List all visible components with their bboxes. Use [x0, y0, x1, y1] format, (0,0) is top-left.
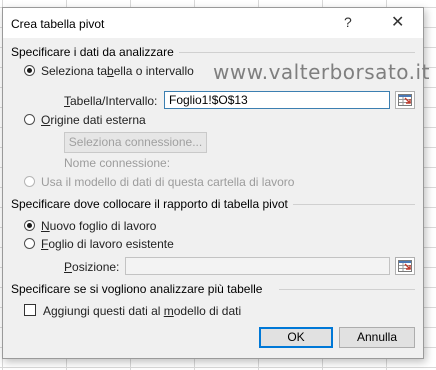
ok-button[interactable]: OK	[259, 327, 333, 348]
select-table-radio[interactable]	[24, 65, 35, 76]
range-collapse-icon[interactable]	[395, 91, 415, 109]
external-source-radio[interactable]	[24, 114, 35, 125]
position-input[interactable]	[125, 257, 390, 275]
select-table-label[interactable]: Seleziona tabella o intervallo	[41, 64, 194, 78]
watermark-text: www.valterborsato.it	[213, 60, 430, 84]
choose-connection-button[interactable]: Seleziona connessione...	[64, 132, 207, 153]
dialog-title: Crea tabella pivot	[11, 17, 105, 31]
new-worksheet-label[interactable]: Nuovo foglio di lavoro	[41, 219, 156, 233]
cancel-button[interactable]: Annulla	[339, 327, 415, 348]
table-range-input[interactable]: Foglio1!$O$13	[164, 91, 390, 109]
add-to-data-model-checkbox[interactable]	[24, 304, 36, 316]
existing-worksheet-radio[interactable]	[24, 238, 35, 249]
create-pivot-table-dialog: Crea tabella pivot ? ✕ Specificare i dat…	[2, 7, 429, 359]
data-model-label[interactable]: Usa il modello di dati di questa cartell…	[41, 175, 294, 189]
section-divider	[179, 52, 415, 53]
existing-worksheet-label[interactable]: Foglio di lavoro esistente	[41, 237, 174, 251]
section-divider	[279, 289, 415, 290]
external-source-label[interactable]: Origine dati esterna	[41, 113, 146, 127]
location-section-label: Specificare dove collocare il rapporto d…	[11, 197, 288, 211]
multiple-tables-section-label: Specificare se si vogliono analizzare pi…	[11, 282, 263, 296]
add-to-data-model-label[interactable]: Aggiungi questi dati al modello di dati	[43, 304, 241, 318]
help-icon[interactable]: ?	[344, 14, 352, 30]
source-section-label: Specificare i dati da analizzare	[11, 45, 174, 59]
position-collapse-icon[interactable]	[395, 257, 415, 275]
section-divider	[293, 204, 415, 205]
connection-name-label: Nome connessione:	[64, 156, 171, 170]
title-bar: Crea tabella pivot ? ✕	[3, 8, 423, 38]
new-worksheet-radio[interactable]	[24, 220, 35, 231]
range-label: Tabella/Intervallo:	[64, 94, 158, 108]
data-model-radio[interactable]	[24, 176, 35, 187]
close-icon[interactable]: ✕	[391, 12, 404, 32]
position-label: Posizione:	[64, 260, 120, 274]
